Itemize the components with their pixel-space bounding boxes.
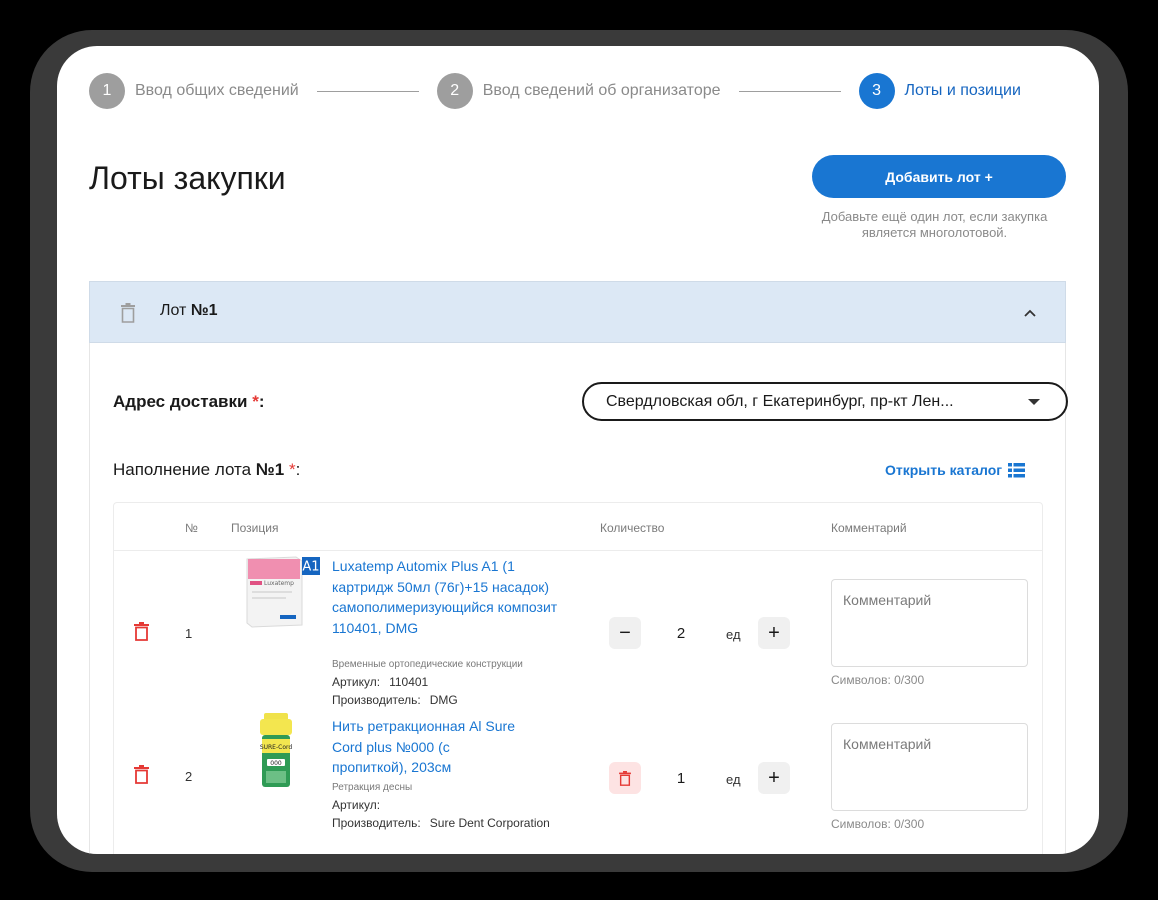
trash-icon[interactable] bbox=[120, 303, 136, 323]
list-icon bbox=[1008, 462, 1026, 477]
product-name-link[interactable]: Luxatemp Automix Plus A1 (1 картридж 50м… bbox=[332, 556, 562, 638]
article-label: Артикул: bbox=[332, 798, 381, 812]
product-image[interactable]: Luxatemp A1 bbox=[244, 555, 322, 629]
manufacturer-label: Производитель: bbox=[332, 816, 421, 830]
step-general-info[interactable]: 1 Ввод общих сведений bbox=[89, 73, 299, 109]
open-catalog-label: Открыть каталог bbox=[885, 462, 1003, 478]
add-lot-button[interactable]: Добавить лот + bbox=[812, 155, 1066, 198]
manufacturer-value: Sure Dent Corporation bbox=[429, 816, 550, 830]
quantity-value[interactable]: 2 bbox=[671, 625, 691, 642]
open-catalog-link[interactable]: Открыть каталог bbox=[885, 462, 1026, 478]
product-article: Артикул: 110401 bbox=[332, 675, 428, 689]
product-article: Артикул: bbox=[332, 798, 389, 812]
delivery-address-select[interactable]: Свердловская обл, г Екатеринбург, пр-кт … bbox=[582, 382, 1068, 421]
delivery-address-value: Свердловская обл, г Екатеринбург, пр-кт … bbox=[606, 392, 954, 410]
product-code: 000 bbox=[270, 760, 282, 767]
row-number: 2 bbox=[185, 769, 193, 784]
step-organizer-info[interactable]: 2 Ввод сведений об организаторе bbox=[436, 73, 721, 109]
lot-title-prefix: Лот bbox=[160, 302, 187, 319]
address-label-text: Адрес доставки bbox=[113, 392, 248, 411]
article-label: Артикул: bbox=[332, 675, 381, 689]
step-label: Ввод общих сведений bbox=[135, 82, 299, 99]
product-category: Ретракция десны bbox=[332, 782, 413, 793]
chevron-up-icon[interactable] bbox=[1023, 306, 1037, 320]
product-badge: A1 bbox=[302, 560, 319, 575]
screen: 1 Ввод общих сведений 2 Ввод сведений об… bbox=[57, 46, 1099, 854]
column-header-position: Позиция bbox=[231, 521, 279, 535]
step-label: Лоты и позиции bbox=[904, 82, 1021, 99]
product-name-link[interactable]: Нить ретракционная Al Sure Cord plus №00… bbox=[332, 716, 522, 778]
comment-input[interactable] bbox=[831, 723, 1028, 811]
add-lot-hint: Добавьте ещё один лот, если закупка явля… bbox=[821, 209, 1048, 240]
quantity-value[interactable]: 1 bbox=[671, 770, 691, 787]
column-header-comment: Комментарий bbox=[831, 521, 907, 535]
label-colon: : bbox=[295, 460, 301, 479]
product-manufacturer: Производитель: DMG bbox=[332, 693, 458, 707]
decrease-quantity-button[interactable]: − bbox=[609, 617, 641, 649]
fill-label-number: №1 bbox=[255, 460, 285, 479]
product-box-label: Luxatemp bbox=[264, 580, 294, 587]
label-colon: : bbox=[258, 392, 265, 411]
lot-header[interactable]: Лот №1 bbox=[89, 281, 1066, 343]
delivery-address-label: Адрес доставки *: bbox=[113, 392, 265, 412]
step-lots-positions[interactable]: 3 Лоты и позиции bbox=[858, 73, 1021, 109]
product-category: Временные ортопедические конструкции bbox=[332, 659, 523, 670]
lot-contents-label: Наполнение лота №1 *: bbox=[113, 460, 300, 480]
article-value: 110401 bbox=[389, 675, 429, 689]
column-header-quantity: Количество bbox=[600, 521, 665, 535]
product-manufacturer: Производитель: Sure Dent Corporation bbox=[332, 816, 550, 830]
lot-title-number: №1 bbox=[190, 302, 218, 319]
fill-label-prefix: Наполнение лота bbox=[113, 460, 252, 479]
step-number: 1 bbox=[89, 73, 125, 109]
stepper: 1 Ввод общих сведений 2 Ввод сведений об… bbox=[89, 73, 1067, 109]
table-row: 1 Luxatemp A1 Luxatemp Automix Plus A1 (… bbox=[114, 551, 1044, 711]
quantity-unit: ед bbox=[726, 772, 741, 787]
column-header-number: № bbox=[185, 521, 198, 535]
comment-char-count: Символов: 0/300 bbox=[831, 673, 925, 687]
trash-icon bbox=[619, 770, 631, 786]
remove-item-button[interactable] bbox=[609, 762, 641, 794]
lot-title: Лот №1 bbox=[160, 302, 218, 320]
step-divider bbox=[316, 90, 419, 92]
product-image[interactable]: SURE-Cord 000 bbox=[254, 713, 304, 793]
increase-quantity-button[interactable]: + bbox=[758, 617, 790, 649]
step-label: Ввод сведений об организаторе bbox=[482, 82, 721, 99]
increase-quantity-button[interactable]: + bbox=[758, 762, 790, 794]
step-number: 3 bbox=[858, 73, 895, 109]
caret-down-icon bbox=[1028, 399, 1040, 405]
comment-char-count: Символов: 0/300 bbox=[831, 817, 925, 831]
delete-row-icon[interactable] bbox=[134, 765, 149, 784]
quantity-unit: ед bbox=[726, 627, 741, 642]
step-number: 2 bbox=[436, 73, 473, 109]
product-box-label: SURE-Cord bbox=[260, 744, 293, 751]
table-row: 2 SURE-Cord 000 Нить ретракционная Al Su… bbox=[114, 711, 1044, 854]
manufacturer-label: Производитель: bbox=[332, 693, 421, 707]
required-mark: * bbox=[288, 460, 296, 479]
comment-input[interactable] bbox=[831, 579, 1028, 667]
positions-table: № Позиция Количество Комментарий 1 Luxat… bbox=[113, 502, 1043, 854]
row-number: 1 bbox=[185, 626, 193, 641]
step-divider bbox=[738, 90, 841, 92]
required-mark: * bbox=[252, 392, 259, 411]
manufacturer-value: DMG bbox=[429, 693, 458, 707]
page-title: Лоты закупки bbox=[89, 160, 286, 196]
delete-row-icon[interactable] bbox=[134, 622, 149, 641]
